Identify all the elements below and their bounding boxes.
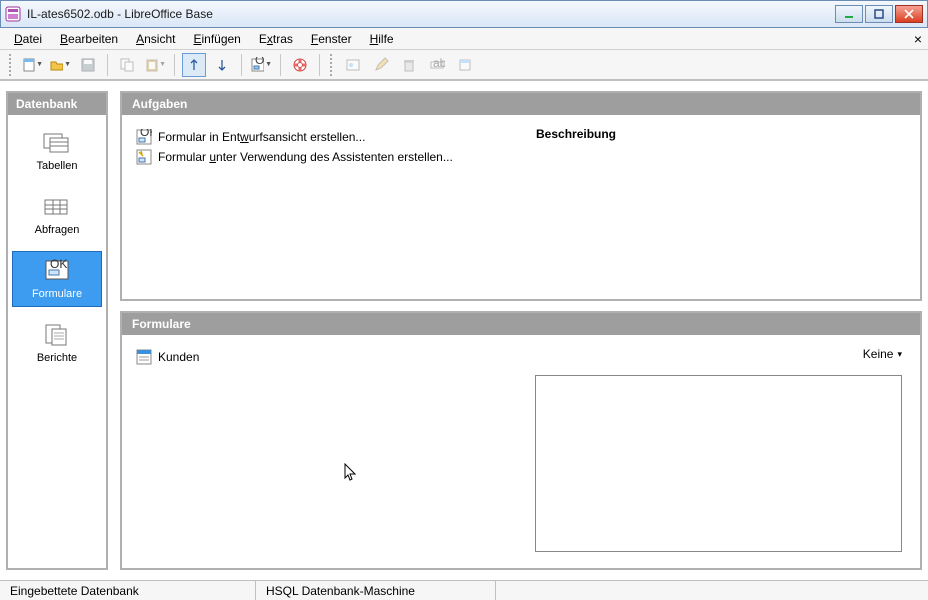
close-button[interactable]: [895, 5, 923, 23]
rename-button[interactable]: ab: [425, 53, 449, 77]
status-bar: Eingebettete Datenbank HSQL Datenbank-Ma…: [0, 580, 928, 600]
forms-panel: Formulare Kunden Keine ▾: [120, 311, 922, 570]
open-db-button[interactable]: [453, 53, 477, 77]
menu-view[interactable]: Ansicht: [128, 30, 183, 48]
svg-text:OK: OK: [50, 258, 67, 271]
nav-label: Formulare: [32, 288, 82, 300]
tasks-header: Aufgaben: [122, 93, 920, 115]
tables-icon: [42, 130, 72, 156]
minimize-button[interactable]: [835, 5, 863, 23]
chevron-down-icon: ▾: [897, 349, 902, 360]
nav-label: Abfragen: [35, 224, 80, 236]
nav-label: Berichte: [37, 352, 77, 364]
toolbar-separator: [319, 54, 320, 76]
nav-reports[interactable]: Berichte: [12, 315, 102, 371]
window-title: IL-ates6502.odb - LibreOffice Base: [27, 7, 835, 21]
wizard-icon: [136, 149, 152, 165]
svg-text:ab: ab: [433, 57, 445, 70]
close-document-button[interactable]: ×: [914, 31, 922, 47]
view-mode-label: Keine: [863, 347, 894, 361]
paste-button[interactable]: ▼: [143, 53, 167, 77]
task-create-form-wizard[interactable]: Formular unter Verwendung des Assistente…: [136, 147, 536, 167]
nav-forms[interactable]: OK Formulare: [12, 251, 102, 307]
sort-desc-button[interactable]: [210, 53, 234, 77]
new-button[interactable]: ▼: [20, 53, 44, 77]
toolbar-grip[interactable]: [330, 54, 334, 76]
toolbar-separator: [280, 54, 281, 76]
tasks-panel: Aufgaben OK Formular in Entwurfsansicht …: [120, 91, 922, 301]
form-button[interactable]: OK▼: [249, 53, 273, 77]
nav-label: Tabellen: [37, 160, 78, 172]
sort-asc-button[interactable]: [182, 53, 206, 77]
client-area: Datenbank Tabellen Abfragen OK Formulare…: [0, 80, 928, 580]
menu-window[interactable]: Fenster: [303, 30, 360, 48]
forms-header: Formulare: [122, 313, 920, 335]
menu-file[interactable]: Datei: [6, 30, 50, 48]
menu-bar: Datei Bearbeiten Ansicht Einfügen Extras…: [0, 28, 928, 50]
toolbar-separator: [107, 54, 108, 76]
edit-button[interactable]: [369, 53, 393, 77]
task-label: Formular in Entwurfsansicht erstellen...: [158, 130, 365, 144]
menu-edit[interactable]: Bearbeiten: [52, 30, 126, 48]
form-item-label: Kunden: [158, 350, 199, 364]
database-sidebar: Datenbank Tabellen Abfragen OK Formulare…: [6, 91, 108, 570]
svg-text:OK: OK: [255, 57, 264, 67]
task-create-form-design[interactable]: OK Formular in Entwurfsansicht erstellen…: [136, 127, 536, 147]
toolbar: ▼ ▼ ▼ OK▼ ab: [0, 50, 928, 80]
nav-tables[interactable]: Tabellen: [12, 123, 102, 179]
status-embedded-db: Eingebettete Datenbank: [0, 581, 256, 600]
description-header: Beschreibung: [536, 127, 906, 141]
form-design-button[interactable]: [341, 53, 365, 77]
menu-help[interactable]: Hilfe: [362, 30, 402, 48]
forms-icon: OK: [42, 258, 72, 284]
copy-button[interactable]: [115, 53, 139, 77]
title-bar: IL-ates6502.odb - LibreOffice Base: [0, 0, 928, 28]
nav-queries[interactable]: Abfragen: [12, 187, 102, 243]
tasks-list: OK Formular in Entwurfsansicht erstellen…: [136, 127, 536, 287]
status-empty: [496, 581, 928, 600]
form-icon: [136, 349, 152, 365]
forms-list: Kunden: [136, 347, 531, 556]
task-label: Formular unter Verwendung des Assistente…: [158, 150, 453, 164]
preview-column: Keine ▾: [531, 347, 906, 556]
description-column: Beschreibung: [536, 127, 906, 287]
status-db-engine: HSQL Datenbank-Maschine: [256, 581, 496, 600]
window-buttons: [835, 5, 923, 23]
app-icon: [5, 6, 21, 22]
sidebar-header: Datenbank: [8, 93, 106, 115]
maximize-button[interactable]: [865, 5, 893, 23]
queries-icon: [42, 194, 72, 220]
svg-text:OK: OK: [140, 129, 152, 139]
delete-button[interactable]: [397, 53, 421, 77]
preview-box: [535, 375, 902, 552]
open-button[interactable]: ▼: [48, 53, 72, 77]
main-column: Aufgaben OK Formular in Entwurfsansicht …: [120, 91, 922, 570]
view-mode-picker[interactable]: Keine ▾: [863, 347, 902, 361]
toolbar-separator: [174, 54, 175, 76]
toolbar-separator: [241, 54, 242, 76]
form-item-kunden[interactable]: Kunden: [136, 347, 531, 367]
reports-icon: [42, 322, 72, 348]
menu-tools[interactable]: Extras: [251, 30, 301, 48]
save-button[interactable]: [76, 53, 100, 77]
form-design-icon: OK: [136, 129, 152, 145]
help-button[interactable]: [288, 53, 312, 77]
menu-insert[interactable]: Einfügen: [185, 30, 248, 48]
toolbar-grip[interactable]: [9, 54, 13, 76]
